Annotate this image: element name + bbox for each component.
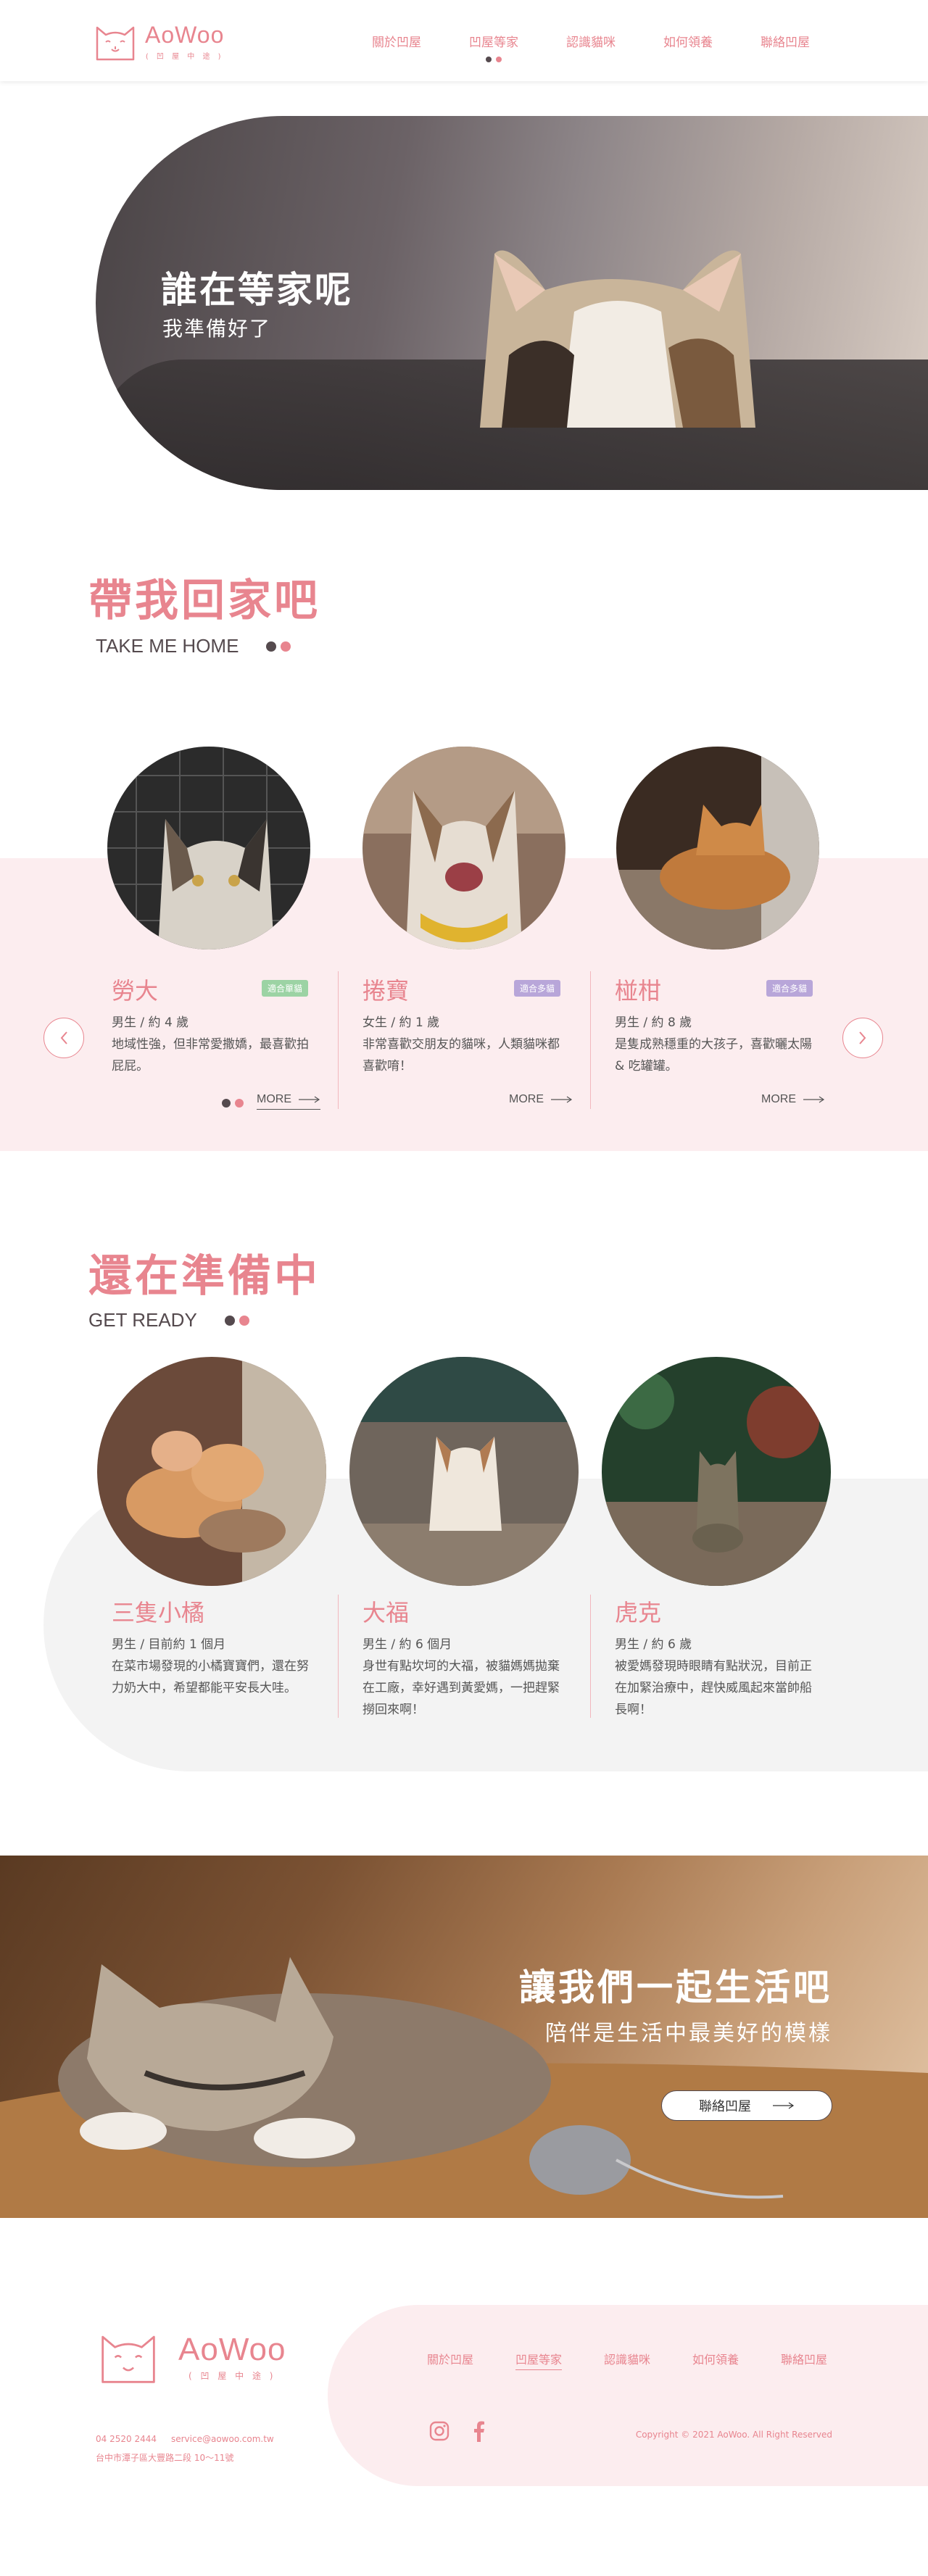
nav-how-to-adopt[interactable]: 如何領養 (639, 32, 737, 50)
footer-nav-about[interactable]: 關於凹屋 (406, 2350, 494, 2367)
nav-contact[interactable]: 聯絡凹屋 (737, 32, 834, 50)
contact-button[interactable]: 聯絡凹屋 (661, 2090, 832, 2121)
arrow-right-icon (803, 1096, 825, 1103)
cat-image (362, 747, 566, 950)
get-ready-subtitle: GET READY (88, 1309, 249, 1331)
cat-name: 勞大 (112, 977, 159, 1005)
hero-banner: 誰在等家呢 我準備好了 (96, 116, 928, 490)
instagram-link[interactable] (426, 2418, 452, 2444)
next-arrow-button[interactable] (842, 1018, 883, 1058)
cat-name: 大福 (362, 1599, 410, 1626)
arrow-right-icon (773, 2102, 795, 2109)
cat-photo-hu-ke[interactable] (602, 1357, 831, 1586)
cat-logo-icon (102, 2335, 155, 2383)
cat-photo-lao-da[interactable] (107, 747, 310, 950)
cat-image (97, 1357, 326, 1586)
main-nav: 關於凹屋 凹屋等家 認識貓咪 如何領養 聯絡凹屋 (348, 32, 834, 62)
chevron-right-icon (859, 1031, 866, 1044)
prev-arrow-button[interactable] (44, 1018, 84, 1058)
cat-image (616, 747, 819, 950)
decor-dots (224, 1315, 249, 1326)
hero-subtitle: 我準備好了 (162, 317, 272, 341)
cat-image (602, 1357, 831, 1586)
more-link[interactable]: MORE (257, 1093, 320, 1110)
cat-photo-juan-bao[interactable] (362, 747, 566, 950)
hero-title: 誰在等家呢 (161, 269, 353, 311)
cat-description: 身世有點坎坷的大福，被貓媽媽拋棄在工廠，幸好遇到黃愛媽，一把趕緊撈回來啊！ (362, 1659, 560, 1717)
chevron-left-icon (60, 1031, 67, 1044)
facebook-link[interactable] (465, 2418, 492, 2444)
divider (338, 971, 339, 1109)
logo-subtitle: ( 凹 屋 中 途 ) (145, 53, 224, 61)
cat-info: 男生 / 約 6 個月 (362, 1637, 452, 1652)
cat-name: 虎克 (615, 1599, 662, 1626)
cat-photo-da-fu[interactable] (349, 1357, 579, 1586)
footer-nav-know-cats[interactable]: 認識貓咪 (583, 2350, 671, 2367)
cat-info: 男生 / 約 4 歲 (112, 1015, 189, 1030)
logo-name: AoWoo (178, 2331, 286, 2367)
address: 台中市潭子區大豐路二段 10～11號 (96, 2453, 234, 2463)
suitability-tag: 適合單貓 (262, 980, 309, 997)
cat-logo-icon (96, 26, 135, 61)
nav-know-cats[interactable]: 認識貓咪 (542, 32, 639, 50)
footer-contact: 04 2520 2444 service@aowoo.com.tw 台中市潭子區… (96, 2430, 274, 2467)
cat-info: 男生 / 目前約 1 個月 (112, 1637, 226, 1652)
suitability-tag: 適合多貓 (766, 980, 813, 997)
cat-description: 是隻成熟穩重的大孩子，喜歡曬太陽 & 吃罐罐。 (615, 1037, 812, 1073)
cat-info: 女生 / 約 1 歲 (362, 1015, 440, 1030)
instagram-icon (429, 2421, 450, 2441)
arrow-right-icon (299, 1096, 320, 1103)
cat-photo-three-oranges[interactable] (97, 1357, 326, 1586)
peeking-cat-image (480, 250, 755, 428)
more-link[interactable]: MORE (509, 1093, 573, 1106)
take-me-home-title: 帶我回家吧 (88, 576, 320, 626)
logo-name: AoWoo (145, 22, 225, 48)
facebook-icon (474, 2421, 484, 2442)
suitability-tag: 適合多貓 (514, 980, 561, 997)
footer-logo[interactable]: AoWoo ( 凹 屋 中 途 ) (96, 2327, 286, 2386)
cat-name: 三隻小橘 (112, 1599, 205, 1626)
site-header: AoWoo ( 凹 屋 中 途 ) 關於凹屋 凹屋等家 認識貓咪 如何領養 聯絡… (0, 0, 928, 81)
footer-nav-contact[interactable]: 聯絡凹屋 (760, 2350, 848, 2367)
footer-background (328, 2305, 928, 2486)
logo[interactable]: AoWoo ( 凹 屋 中 途 ) (93, 20, 224, 62)
nav-waiting-home[interactable]: 凹屋等家 (445, 32, 542, 62)
banner-subtitle: 陪伴是生活中最美好的模樣 (545, 2021, 832, 2046)
cat-description: 在菜市場發現的小橘寶寶們，還在努力奶大中，希望都能平安長大哇。 (112, 1659, 309, 1695)
footer-nav-how-to-adopt[interactable]: 如何領養 (671, 2350, 760, 2367)
divider (590, 971, 591, 1109)
cat-name: 捲寶 (362, 977, 410, 1005)
divider (590, 1595, 591, 1718)
footer-nav-waiting-home[interactable]: 凹屋等家 (494, 2350, 583, 2367)
banner-title: 讓我們一起生活吧 (519, 1966, 832, 2008)
cat-name: 椪柑 (615, 977, 662, 1005)
cat-description: 非常喜歡交朋友的貓咪，人類貓咪都喜歡唷！ (362, 1037, 560, 1073)
cat-info: 男生 / 約 6 歲 (615, 1637, 692, 1652)
decor-dots (266, 641, 291, 652)
divider (338, 1595, 339, 1718)
more-link[interactable]: MORE (761, 1093, 825, 1106)
logo-subtitle: ( 凹 屋 中 途 ) (188, 2370, 276, 2381)
cat-image (107, 747, 310, 950)
cat-image (349, 1357, 579, 1586)
active-indicator (486, 57, 502, 62)
cat-info: 男生 / 約 8 歲 (615, 1015, 692, 1030)
cat-description: 地域性強，但非常愛撒嬌，最喜歡拍屁屁。 (112, 1037, 309, 1073)
phone: 04 2520 2444 (96, 2434, 157, 2444)
take-me-home-subtitle: TAKE ME HOME (96, 635, 291, 657)
copyright: Copyright © 2021 AoWoo. All Right Reserv… (635, 2430, 832, 2440)
decor-dots (222, 1099, 244, 1108)
nav-about[interactable]: 關於凹屋 (348, 32, 445, 50)
cat-description: 被愛媽發現時眼睛有點狀況，目前正在加緊治療中，趕快威風起來當帥船長啊！ (615, 1659, 812, 1717)
cat-photo-peng-gan[interactable] (616, 747, 819, 950)
footer-nav: 關於凹屋 凹屋等家 認識貓咪 如何領養 聯絡凹屋 (406, 2350, 848, 2367)
get-ready-title: 還在準備中 (88, 1251, 320, 1302)
email[interactable]: service@aowoo.com.tw (171, 2430, 274, 2448)
arrow-right-icon (551, 1096, 573, 1103)
